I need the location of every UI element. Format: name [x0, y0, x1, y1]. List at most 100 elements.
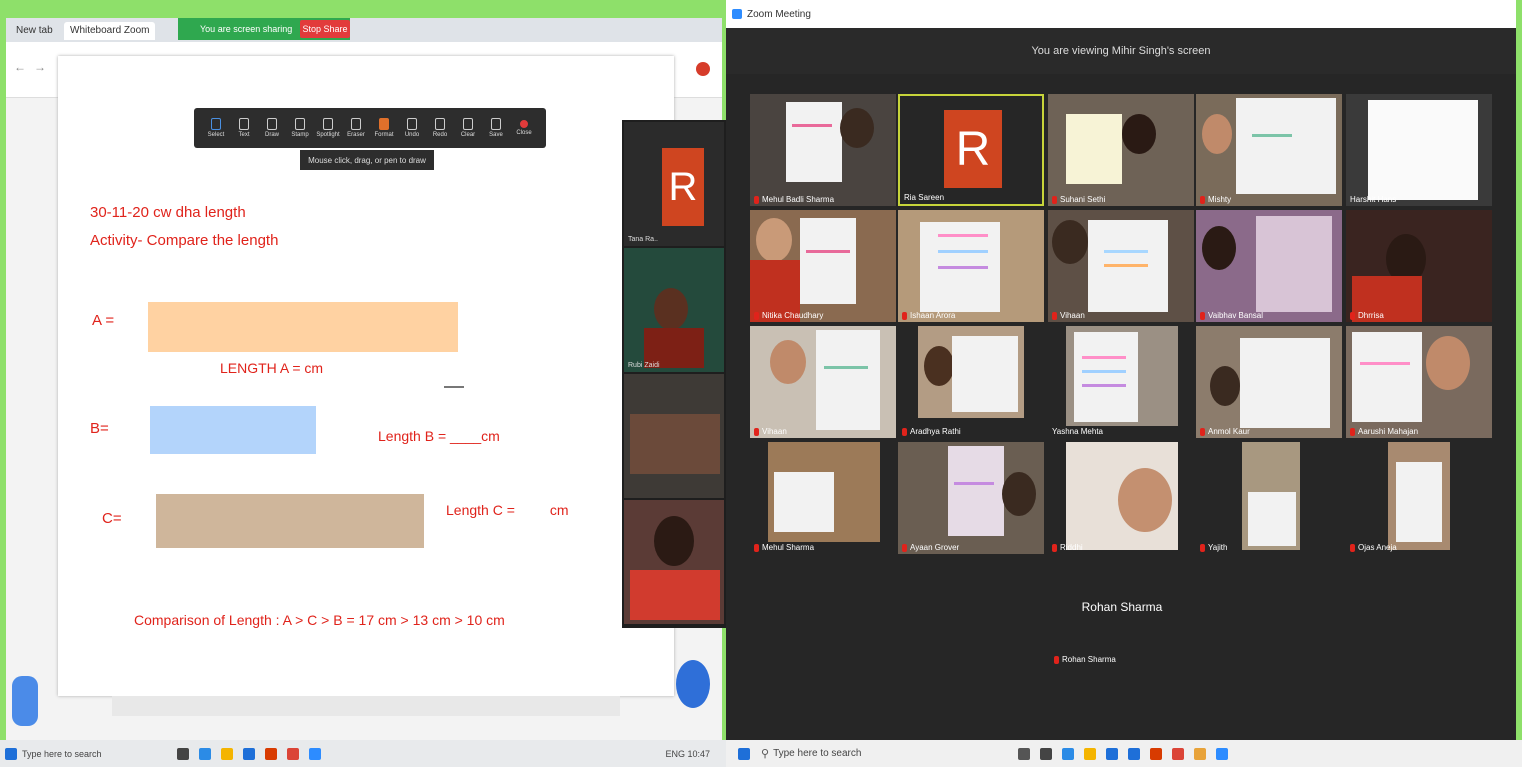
- tile-name: Anmol Kaur: [1200, 427, 1250, 436]
- tile-name: Yajith: [1200, 543, 1227, 552]
- right-taskbar: ⚲ Type here to search: [726, 740, 1522, 767]
- tile-name: Mehul Sharma: [754, 543, 814, 552]
- tool-save[interactable]: Save: [487, 114, 505, 142]
- panel-video-2[interactable]: Rubi Zaidi: [624, 248, 724, 372]
- tile-name: Yashna Mehta: [1052, 427, 1103, 436]
- right-taskbar-search[interactable]: Type here to search: [773, 748, 1013, 759]
- tool-stamp[interactable]: Stamp: [291, 114, 309, 142]
- tool-draw[interactable]: Draw: [263, 114, 281, 142]
- tile-name: Aarushi Mahajan: [1350, 427, 1418, 436]
- tool-text[interactable]: Text: [235, 114, 253, 142]
- store-icon[interactable]: [243, 747, 255, 760]
- video-tile[interactable]: Yashna Mehta: [1048, 326, 1194, 438]
- panel-video-4[interactable]: [624, 500, 724, 624]
- mic-muted-icon: [754, 195, 759, 204]
- whiteboard-toolbar: Select Text Draw Stamp Spotlight Eraser …: [194, 108, 546, 148]
- tile-name: Harshit Hans: [1350, 195, 1397, 204]
- zoom-icon[interactable]: [1216, 747, 1229, 760]
- fab-icon[interactable]: [676, 660, 710, 708]
- left-taskbar: Type here to search ENG 10:47: [0, 740, 726, 767]
- bar-b: [150, 406, 316, 454]
- dash-mark: [444, 386, 464, 388]
- tool-eraser[interactable]: Eraser: [347, 114, 365, 142]
- tile-name: Nitika Chaudhary: [754, 311, 823, 320]
- toolbar-tooltip: Mouse click, drag, or pen to draw: [300, 150, 434, 170]
- length-c-label: Length C = cm: [446, 502, 569, 518]
- video-tile[interactable]: Ishaan Arora: [898, 210, 1044, 322]
- tool-clear[interactable]: Clear: [459, 114, 477, 142]
- video-tile[interactable]: Mishty: [1196, 94, 1342, 206]
- office-icon[interactable]: [1150, 747, 1163, 760]
- mail-icon[interactable]: [1128, 747, 1141, 760]
- video-tile-active-speaker[interactable]: R Ria Sareen: [898, 94, 1044, 206]
- zoom-titlebar: Zoom Meeting: [726, 0, 1516, 28]
- tool-select[interactable]: Select: [207, 114, 225, 142]
- firefox-icon[interactable]: [1194, 747, 1207, 760]
- video-tile[interactable]: Aradhya Rathi: [898, 326, 1044, 438]
- tab-whiteboard[interactable]: Whiteboard Zoom: [64, 22, 156, 40]
- label-b: B=: [90, 420, 109, 437]
- length-b-label: Length B = ____cm: [378, 428, 500, 444]
- video-tile[interactable]: Ojas Aneja: [1346, 442, 1492, 554]
- panel-video-3[interactable]: [624, 374, 724, 498]
- tile-name: Ishaan Arora: [902, 311, 955, 320]
- tool-redo[interactable]: Redo: [431, 114, 449, 142]
- folder-icon[interactable]: [1084, 747, 1097, 760]
- browser-extension-icon[interactable]: [696, 62, 710, 76]
- wb-line2: Activity- Compare the length: [90, 232, 279, 249]
- tool-undo[interactable]: Undo: [403, 114, 421, 142]
- avatar: R: [944, 110, 1002, 188]
- windows-start-icon[interactable]: [5, 747, 17, 760]
- tab-new[interactable]: New tab: [10, 22, 59, 40]
- folder-icon[interactable]: [221, 747, 233, 760]
- edge-icon[interactable]: [1062, 747, 1075, 760]
- tile-name: Aradhya Rathi: [902, 427, 961, 436]
- video-tile[interactable]: Riddhi: [1048, 442, 1194, 554]
- chrome-icon[interactable]: [1172, 747, 1185, 760]
- cortana-icon[interactable]: [1018, 747, 1031, 760]
- back-icon[interactable]: ←: [14, 60, 26, 74]
- tile-name: Suhani Sethi: [1052, 195, 1105, 204]
- video-tile[interactable]: Mehul Sharma: [750, 442, 896, 554]
- video-tile[interactable]: Anmol Kaur: [1196, 326, 1342, 438]
- video-tile[interactable]: Ayaan Grover: [898, 442, 1044, 554]
- tile-name: Ojas Aneja: [1350, 543, 1397, 552]
- video-tile[interactable]: Vihaan: [750, 326, 896, 438]
- tool-close[interactable]: Close: [515, 114, 533, 142]
- left-taskbar-search[interactable]: Type here to search: [22, 749, 172, 759]
- panel-video-1[interactable]: R Tana Ra..: [624, 122, 724, 246]
- video-tile[interactable]: Aarushi Mahajan: [1346, 326, 1492, 438]
- office-icon[interactable]: [265, 747, 277, 760]
- video-tile[interactable]: Dhrrisa: [1346, 210, 1492, 322]
- stop-share-button[interactable]: Stop Share: [300, 20, 350, 38]
- video-tile[interactable]: Vihaan: [1048, 210, 1194, 322]
- panel-name-1: Tana Ra..: [628, 236, 658, 243]
- taskview-icon[interactable]: [1040, 747, 1053, 760]
- video-tile[interactable]: Nitika Chaudhary: [750, 210, 896, 322]
- video-tile[interactable]: Mehul Badli Sharma: [750, 94, 896, 206]
- bar-c: [156, 494, 424, 548]
- taskview-icon[interactable]: [177, 747, 189, 760]
- avatar: R: [662, 148, 704, 226]
- store-icon[interactable]: [1106, 747, 1119, 760]
- video-tile[interactable]: Harshit Hans: [1346, 94, 1492, 206]
- no-video-name: Rohan Sharma: [1081, 600, 1163, 614]
- whiteboard-bottom-strip: [112, 696, 620, 716]
- zoom-icon[interactable]: [309, 747, 321, 760]
- video-tile-no-video[interactable]: Rohan Sharma Rohan Sharma: [1050, 560, 1194, 670]
- windows-start-icon[interactable]: [738, 747, 750, 760]
- tile-name: Ria Sareen: [904, 193, 945, 202]
- forward-icon[interactable]: →: [34, 60, 46, 74]
- search-icon[interactable]: ⚲: [761, 747, 769, 760]
- video-tile[interactable]: Suhani Sethi: [1048, 94, 1194, 206]
- edge-icon[interactable]: [199, 747, 211, 760]
- tile-name: Vaibhav Bansal: [1200, 311, 1263, 320]
- video-tile[interactable]: Vaibhav Bansal: [1196, 210, 1342, 322]
- video-tile[interactable]: Yajith: [1196, 442, 1342, 554]
- comparison-text: Comparison of Length : A > C > B = 17 cm…: [134, 612, 505, 628]
- tile-name: Ayaan Grover: [902, 543, 959, 552]
- shield-icon[interactable]: [12, 676, 38, 726]
- tool-spotlight[interactable]: Spotlight: [316, 114, 340, 142]
- tool-format[interactable]: Format: [375, 114, 394, 142]
- chrome-icon[interactable]: [287, 747, 299, 760]
